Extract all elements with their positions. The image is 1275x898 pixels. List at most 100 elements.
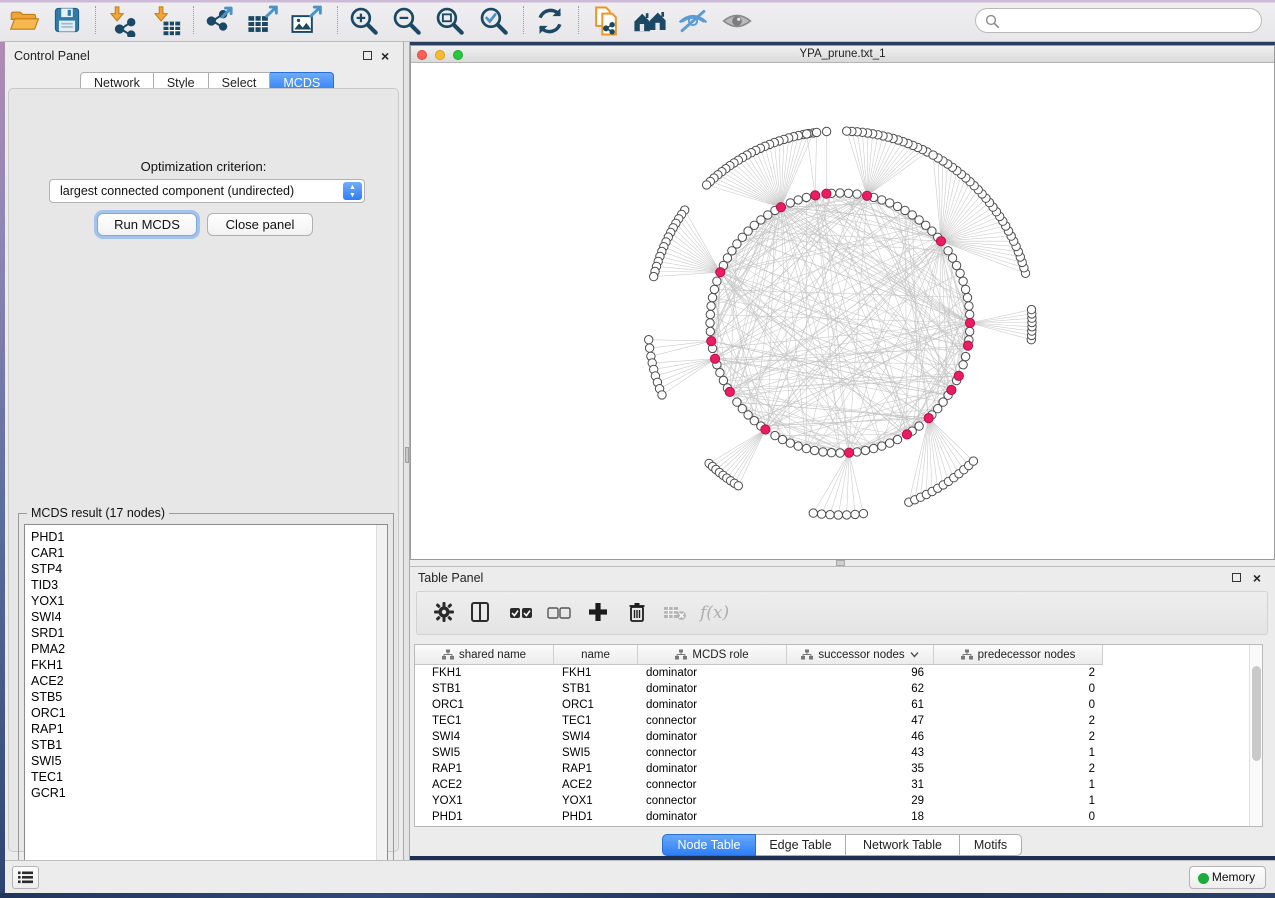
tab-motifs[interactable]: Motifs — [960, 834, 1022, 856]
column-header-MCDS-role[interactable]: MCDS role — [638, 645, 787, 665]
result-node-item[interactable]: FKH1 — [25, 657, 387, 673]
result-list-scrollbar[interactable] — [376, 525, 387, 878]
table-row[interactable]: ACE2ACE2connector311 — [415, 777, 1262, 793]
vertical-splitter[interactable] — [403, 42, 410, 860]
column-header-name[interactable]: name — [554, 645, 638, 665]
function-builder-button[interactable]: f(x) — [700, 600, 734, 626]
result-node-item[interactable]: TEC1 — [25, 769, 387, 785]
cell-MCDS-role: dominator — [638, 681, 787, 697]
search-input[interactable] — [1004, 11, 1254, 30]
search-box — [975, 8, 1262, 33]
attribute-type-icon — [961, 649, 973, 660]
column-header-successor-nodes[interactable]: successor nodes — [787, 645, 934, 665]
hide-selected-button[interactable] — [676, 5, 710, 37]
show-columns-button[interactable] — [470, 600, 492, 626]
float-panel-icon[interactable] — [1232, 573, 1241, 582]
zoom-fit-button[interactable] — [434, 5, 468, 37]
network-canvas[interactable] — [411, 63, 1274, 559]
result-node-item[interactable]: SRD1 — [25, 625, 387, 641]
close-panel-icon[interactable]: × — [1253, 573, 1261, 583]
result-node-item[interactable]: SWI4 — [25, 609, 387, 625]
cell-predecessor-nodes: 2 — [934, 729, 1103, 745]
export-image-button[interactable] — [290, 5, 324, 37]
zoom-selected-button[interactable] — [478, 5, 512, 37]
deselect-all-button[interactable] — [547, 600, 569, 626]
tab-node-table[interactable]: Node Table — [662, 834, 756, 856]
cell-MCDS-role: connector — [638, 793, 787, 809]
float-panel-icon[interactable] — [363, 51, 372, 60]
result-node-item[interactable]: YOX1 — [25, 593, 387, 609]
result-node-item[interactable]: STB5 — [25, 689, 387, 705]
export-image-icon — [290, 5, 324, 37]
import-network-button[interactable] — [106, 5, 140, 37]
table-scrollbar[interactable] — [1249, 645, 1262, 826]
close-panel-button[interactable]: Close panel — [207, 213, 313, 236]
open-file-button[interactable] — [8, 5, 42, 37]
table-header: shared namenameMCDS rolesuccessor nodes p… — [415, 645, 1103, 665]
criterion-select[interactable]: largest connected component (undirected)… — [49, 179, 365, 203]
result-node-item[interactable]: STP4 — [25, 561, 387, 577]
table-row[interactable]: TEC1TEC1connector472 — [415, 713, 1262, 729]
cell-shared-name: RAP1 — [415, 761, 554, 777]
splitter-grip[interactable] — [405, 447, 409, 463]
table-row[interactable]: FKH1FKH1dominator962 — [415, 665, 1262, 681]
cell-MCDS-role: dominator — [638, 697, 787, 713]
duplicate-network-button[interactable] — [590, 5, 624, 37]
table-row[interactable]: STB1STB1dominator620 — [415, 681, 1262, 697]
cell-shared-name: PHD1 — [415, 809, 554, 825]
select-all-button[interactable] — [509, 600, 531, 626]
cell-MCDS-role: dominator — [638, 809, 787, 825]
column-label: predecessor nodes — [978, 649, 1076, 661]
result-node-item[interactable]: STB1 — [25, 737, 387, 753]
result-node-item[interactable]: RAP1 — [25, 721, 387, 737]
delete-table-button[interactable] — [663, 600, 685, 626]
cell-predecessor-nodes: 1 — [934, 745, 1103, 761]
result-node-item[interactable]: ORC1 — [25, 705, 387, 721]
table-row[interactable]: ORC1ORC1dominator610 — [415, 697, 1262, 713]
save-session-button[interactable] — [52, 5, 86, 37]
task-history-button[interactable] — [12, 866, 39, 889]
scrollbar-thumb[interactable] — [1252, 666, 1261, 761]
add-row-button[interactable] — [587, 600, 609, 626]
mcds-result-title: MCDS result (17 nodes) — [27, 506, 169, 520]
network-window-titlebar[interactable]: YPA_prune.txt_1 — [411, 46, 1274, 63]
export-table-button[interactable] — [246, 5, 280, 37]
network-window-title: YPA_prune.txt_1 — [411, 48, 1274, 60]
memory-button[interactable]: Memory — [1189, 866, 1266, 889]
tab-network-table[interactable]: Network Table — [846, 834, 960, 856]
cell-name: PHD1 — [554, 809, 638, 825]
tab-edge-table[interactable]: Edge Table — [756, 834, 846, 856]
import-table-button[interactable] — [150, 5, 184, 37]
result-node-item[interactable]: PMA2 — [25, 641, 387, 657]
result-node-item[interactable]: TID3 — [25, 577, 387, 593]
network-graph[interactable] — [411, 63, 1274, 559]
export-network-button[interactable] — [204, 5, 238, 37]
result-node-item[interactable]: CAR1 — [25, 545, 387, 561]
zoom-out-button[interactable] — [391, 5, 425, 37]
table-settings-button[interactable] — [433, 600, 455, 626]
result-node-item[interactable]: SWI5 — [25, 753, 387, 769]
close-panel-icon[interactable]: × — [381, 51, 389, 61]
select-stepper-icon: ▲▼ — [343, 182, 362, 200]
delete-row-button[interactable] — [627, 600, 649, 626]
table-row[interactable]: SWI5SWI5connector431 — [415, 745, 1262, 761]
table-row[interactable]: SWI4SWI4dominator462 — [415, 729, 1262, 745]
table-row[interactable]: PHD1PHD1dominator180 — [415, 809, 1262, 825]
result-node-item[interactable]: ACE2 — [25, 673, 387, 689]
zoom-in-button[interactable] — [348, 5, 382, 37]
cell-shared-name: STB1 — [415, 681, 554, 697]
table-row[interactable]: YOX1YOX1connector291 — [415, 793, 1262, 809]
result-node-item[interactable]: GCR1 — [25, 785, 387, 801]
table-row[interactable]: RAP1RAP1dominator352 — [415, 761, 1262, 777]
cell-predecessor-nodes: 0 — [934, 681, 1103, 697]
node-table: shared namenameMCDS rolesuccessor nodes p… — [414, 644, 1263, 827]
show-all-button[interactable] — [720, 5, 754, 37]
run-mcds-button[interactable]: Run MCDS — [97, 213, 197, 236]
cell-name: ORC1 — [554, 697, 638, 713]
first-neighbors-button[interactable] — [632, 5, 666, 37]
result-node-item[interactable]: PHD1 — [25, 529, 387, 545]
column-header-shared-name[interactable]: shared name — [415, 645, 554, 665]
cell-successor-nodes: 35 — [787, 761, 934, 777]
refresh-view-button[interactable] — [534, 5, 568, 37]
column-header-predecessor-nodes[interactable]: predecessor nodes — [934, 645, 1103, 665]
